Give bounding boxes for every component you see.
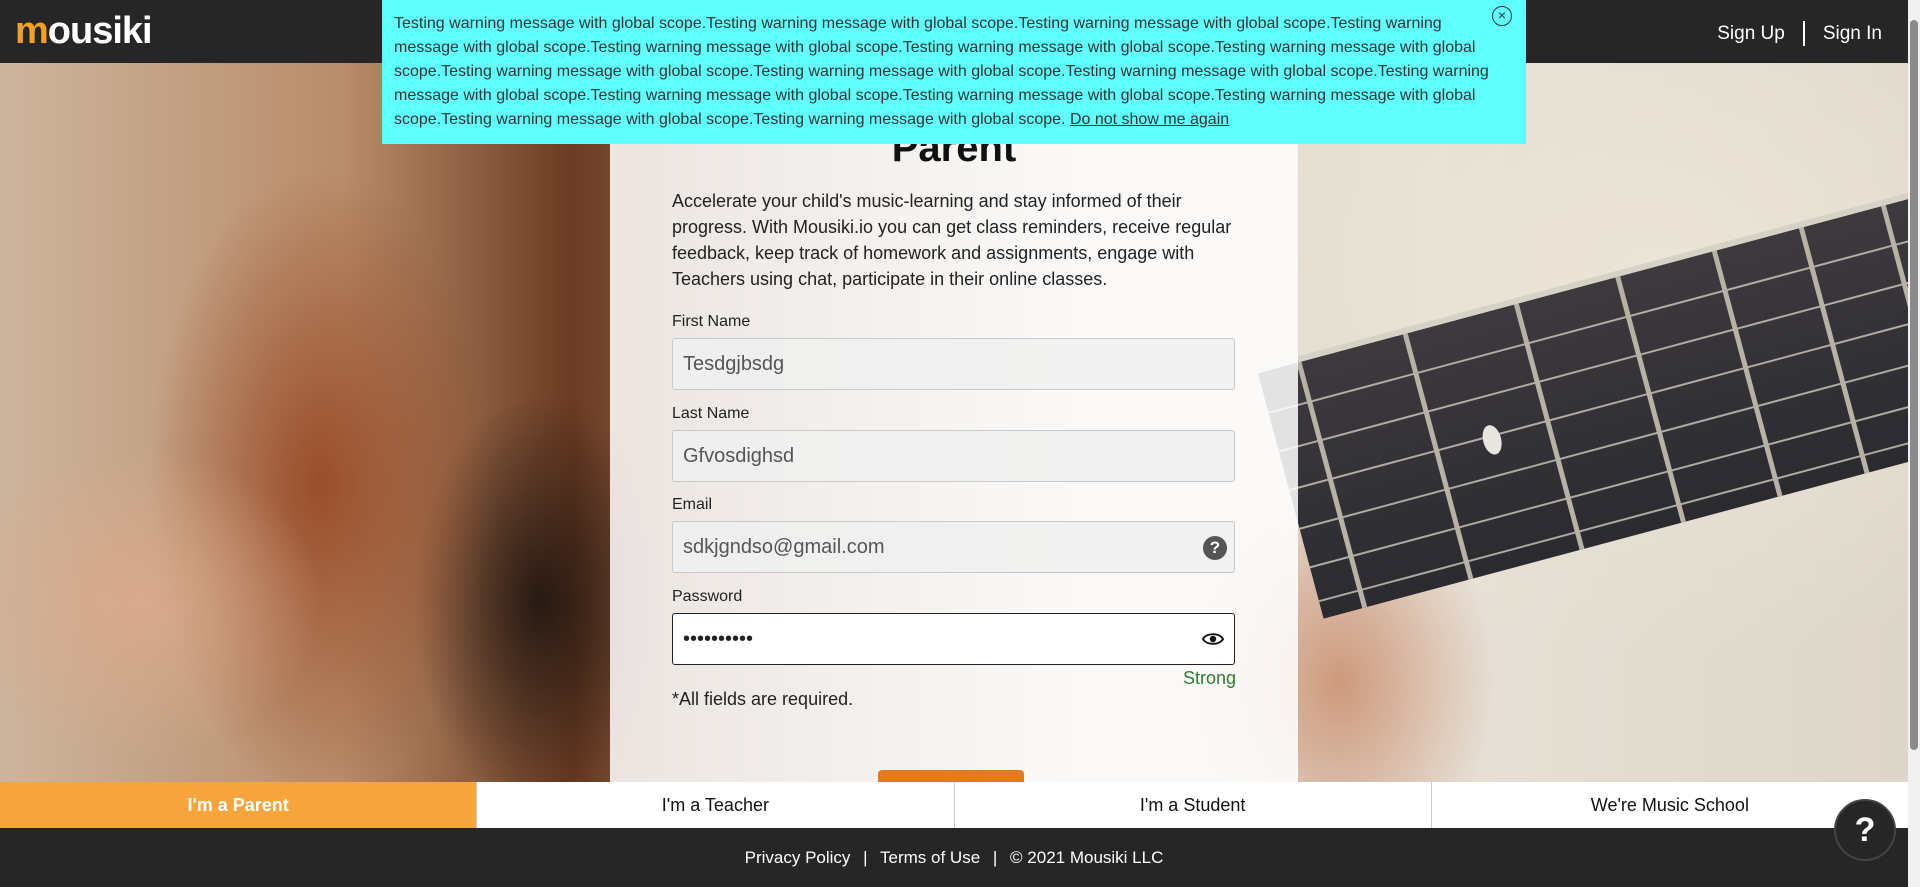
divider [1802,21,1805,46]
eye-icon[interactable] [1202,629,1224,649]
page-scrollbar[interactable] [1908,0,1920,887]
footer-divider: | [992,848,998,867]
password-input[interactable]: •••••••••• [672,613,1235,665]
privacy-policy-link[interactable]: Privacy Policy [745,848,851,867]
last-name-input[interactable]: Gfvosdighsd [672,430,1235,482]
last-name-field: Last Name Gfvosdighsd [672,405,1235,482]
guitar-fretboard-graphic [1256,170,1908,619]
footer-divider: | [863,848,868,867]
first-name-label: First Name [672,313,751,330]
do-not-show-again-link[interactable]: Do not show me again [1070,111,1229,128]
footer: Privacy Policy | Terms of Use | © 2021 M… [0,828,1908,887]
scrollbar-thumb[interactable] [1910,20,1918,750]
sign-up-link[interactable]: Sign Up [1717,23,1785,45]
tab-student[interactable]: I'm a Student [955,782,1432,828]
email-value: sdkjgndso@gmail.com [683,536,885,558]
help-button[interactable]: ? [1834,799,1896,861]
warning-message: Testing warning message with global scop… [394,15,1489,128]
global-warning-banner: Testing warning message with global scop… [382,0,1526,144]
question-mark-icon[interactable]: ? [1203,536,1227,560]
email-label: Email [672,496,713,513]
first-name-input[interactable]: Tesdgjbsdg [672,338,1235,390]
parent-signup-card: Parent Accelerate your child's music-lea… [610,63,1298,782]
last-name-label: Last Name [672,405,750,422]
password-field: Password •••••••••• [672,588,1235,665]
email-input[interactable]: sdkjgndso@gmail.com ? [672,521,1235,573]
tab-parent[interactable]: I'm a Parent [0,782,478,828]
password-strength-indicator: Strong [1182,668,1236,688]
sign-in-link[interactable]: Sign In [1823,23,1882,45]
role-tabs: I'm a Parent I'm a Teacher I'm a Student… [0,782,1908,828]
auth-links: Sign Up Sign In [1717,21,1882,46]
submit-button[interactable] [878,770,1024,782]
copyright-text: © 2021 Mousiki LLC [1010,848,1164,867]
mousiki-logo[interactable]: mousiki [15,10,153,53]
tab-teacher[interactable]: I'm a Teacher [477,782,955,828]
close-icon[interactable]: × [1492,6,1512,26]
password-label: Password [672,588,743,605]
first-name-field: First Name Tesdgjbsdg [672,313,1235,390]
required-fields-note: *All fields are required. [672,689,854,709]
terms-of-use-link[interactable]: Terms of Use [880,848,980,867]
password-value: •••••••••• [683,628,754,650]
intro-text: Accelerate your child's music-learning a… [672,191,1232,289]
email-field: Email sdkjgndso@gmail.com ? [672,496,1235,573]
